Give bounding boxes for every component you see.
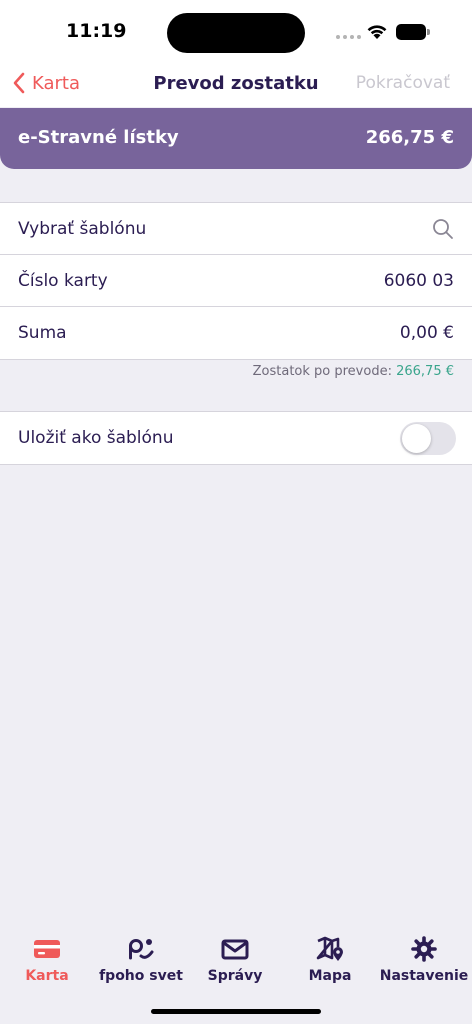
remaining-value: 266,75 € (396, 364, 454, 379)
tab-nastavenie[interactable]: Nastavenie (377, 936, 471, 984)
select-template-row[interactable]: Vybrať šablónu (0, 203, 472, 255)
card-icon (34, 940, 60, 958)
card-name: e-Stravné lístky (18, 127, 179, 148)
transfer-form: Vybrať šablónu Číslo karty 6060 03 Suma … (0, 202, 472, 360)
card-number-row[interactable]: Číslo karty 6060 03 (0, 255, 472, 307)
card-number-field[interactable]: 6060 03 (384, 271, 454, 291)
tab-label: Nastavenie (379, 968, 469, 984)
signal-icon (336, 35, 361, 39)
tab-label: Mapa (308, 968, 352, 984)
card-number-label: Číslo karty (18, 271, 108, 291)
fpoho-icon (129, 939, 154, 960)
card-banner: e-Stravné lístky 266,75 € (0, 108, 472, 169)
status-time: 11:19 (66, 20, 127, 42)
wifi-icon (367, 25, 387, 39)
home-indicator (151, 1009, 321, 1014)
amount-row[interactable]: Suma 0,00 € (0, 307, 472, 359)
status-bar: 11:19 (0, 0, 472, 60)
remaining-label: Zostatok po prevode: (252, 364, 392, 379)
tab-karta[interactable]: Karta (0, 936, 94, 984)
tab-spravy[interactable]: Správy (188, 936, 282, 984)
amount-label: Suma (18, 323, 67, 343)
amount-field[interactable]: 0,00 € (400, 323, 454, 343)
save-template-label: Uložiť ako šablónu (18, 428, 174, 448)
save-template-group: Uložiť ako šablónu (0, 411, 472, 465)
navigation-bar: Karta Prevod zostatku Pokračovať (0, 60, 472, 107)
tab-label: Karta (25, 968, 69, 984)
save-template-row: Uložiť ako šablónu (0, 412, 472, 464)
tab-label: fpoho svet (99, 968, 183, 984)
card-balance: 266,75 € (365, 127, 454, 148)
map-icon (316, 936, 343, 961)
dynamic-island (167, 13, 305, 53)
remaining-balance: Zostatok po prevode: 266,75 € (253, 364, 454, 379)
select-template-label: Vybrať šablónu (18, 219, 147, 239)
tab-label: Správy (207, 968, 263, 984)
tab-mapa[interactable]: Mapa (283, 936, 377, 984)
save-template-toggle[interactable] (400, 422, 456, 455)
continue-button[interactable]: Pokračovať (356, 73, 450, 93)
search-icon[interactable] (432, 218, 454, 240)
battery-icon (396, 24, 430, 40)
mail-icon (221, 939, 249, 960)
toggle-knob (402, 424, 431, 453)
gear-icon (411, 936, 437, 962)
tab-fpoho-svet[interactable]: fpoho svet (94, 936, 188, 984)
